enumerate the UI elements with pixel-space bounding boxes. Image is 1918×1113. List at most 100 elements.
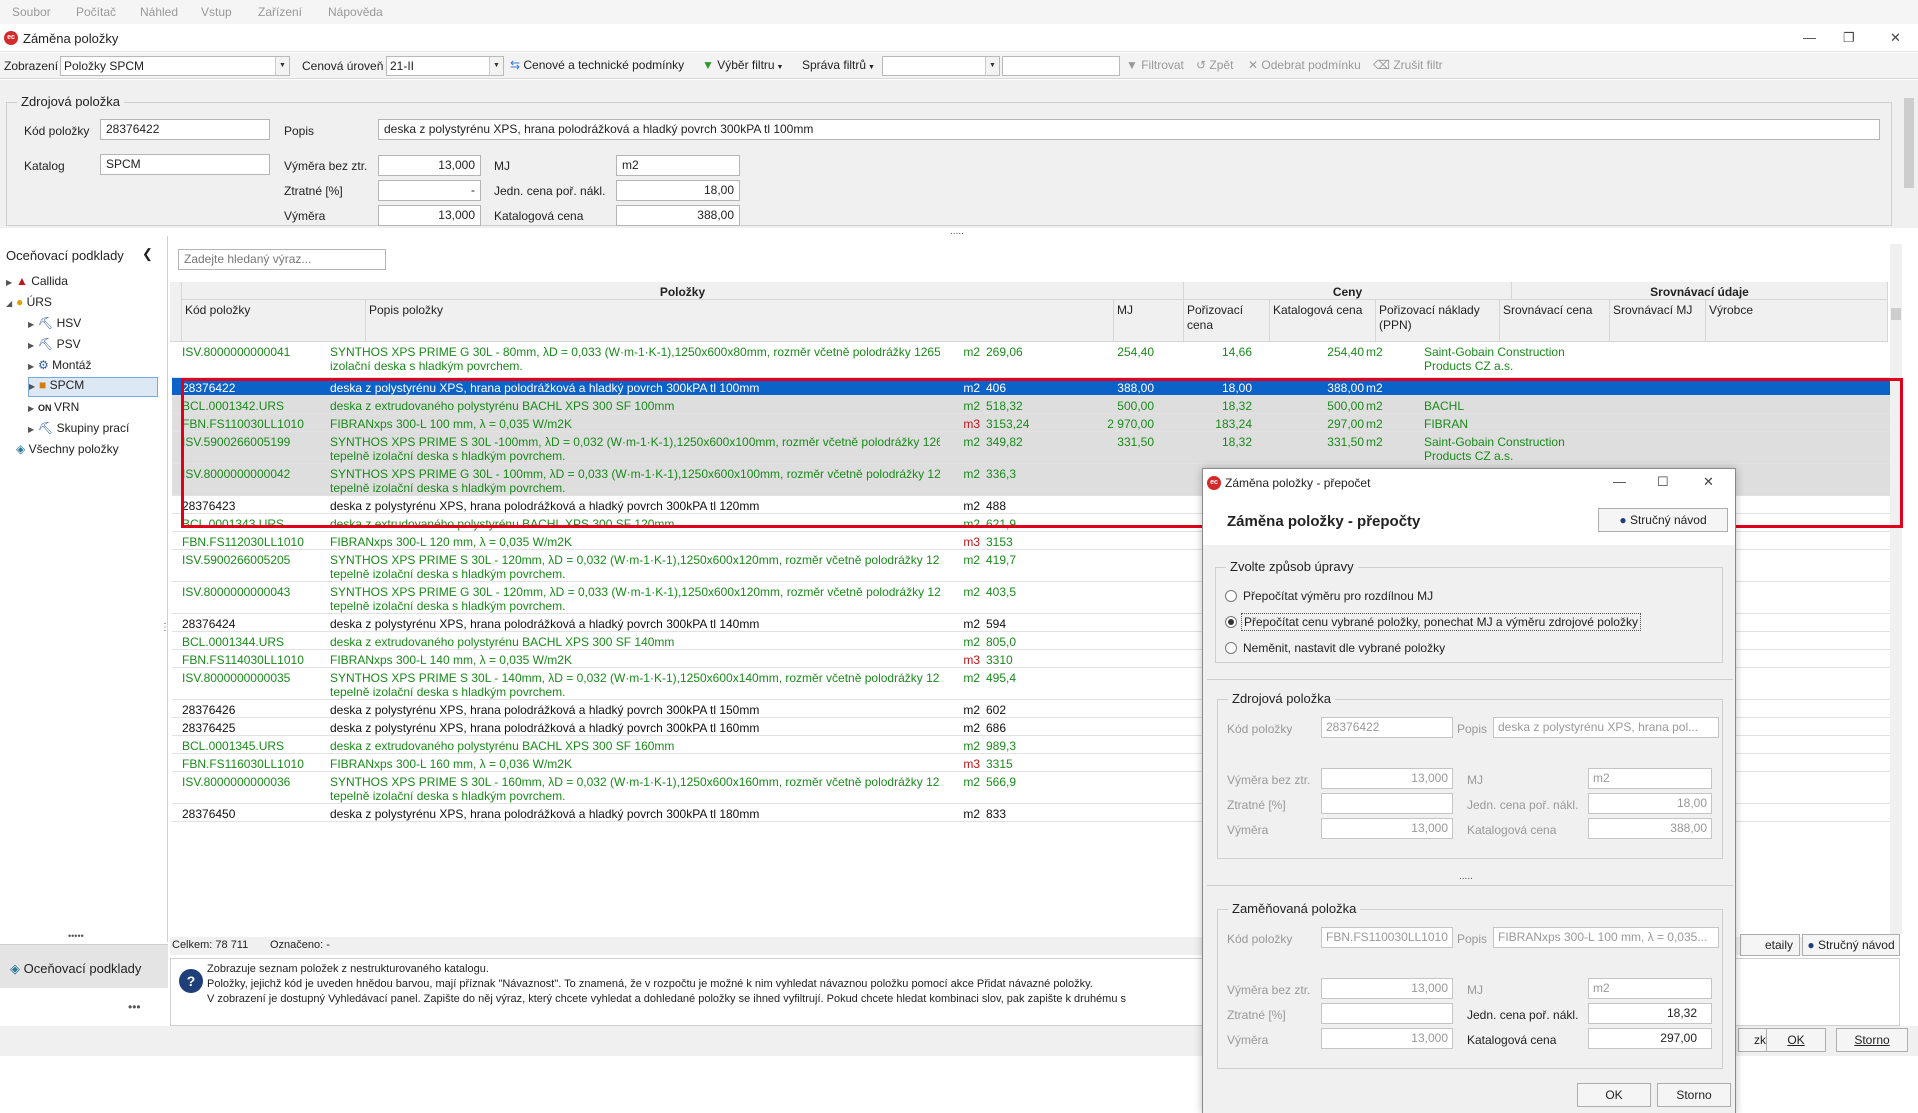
menu-napoveda[interactable]: Nápověda bbox=[328, 5, 383, 19]
cell-popis: FIBRANxps 300-L 160 mm, λ = 0,036 W/m2K bbox=[330, 757, 572, 771]
column-header[interactable]: Katalogová cena bbox=[1270, 300, 1376, 342]
strucny-navod-button[interactable]: ● Stručný návod bbox=[1598, 508, 1728, 532]
zrusit-label: Zrušit filtr bbox=[1393, 58, 1443, 72]
menu-vstup[interactable]: Vstup bbox=[201, 5, 232, 19]
zpet-button[interactable]: ↺ Zpět bbox=[1196, 58, 1233, 72]
option-label[interactable]: Přepočítat výměru pro rozdílnou MJ bbox=[1243, 589, 1433, 603]
cell-por: 594 bbox=[986, 617, 1007, 631]
option-nemenit-radio[interactable] bbox=[1225, 642, 1237, 654]
column-header[interactable]: Popis položky bbox=[366, 300, 1114, 342]
filter-select[interactable]: ▼ bbox=[882, 56, 1000, 76]
sidebar-item-vrn[interactable]: ▶ ON VRN bbox=[28, 400, 79, 414]
column-header[interactable]: Pořizovací náklady (PPN) bbox=[1376, 300, 1500, 342]
sidebar-item-hsv[interactable]: ▶ ⛏ HSV bbox=[28, 316, 81, 330]
table-row[interactable]: 28376422 deska z polystyrénu XPS, hrana p… bbox=[172, 378, 1894, 396]
vymera-field[interactable]: 13,000 bbox=[378, 205, 481, 226]
podminky-button[interactable]: ⇆ Cenové a technické podmínky bbox=[510, 58, 684, 72]
splitter-handle[interactable]: ..... bbox=[1459, 871, 1473, 882]
sidebar-item-spcm[interactable]: ▶ ■ SPCM bbox=[28, 377, 158, 397]
sidebar-bottom-tab[interactable]: ◈ Oceňovací podklady bbox=[0, 944, 168, 988]
vrn-icon: ON bbox=[38, 403, 55, 413]
cell-smj: m2 bbox=[1366, 399, 1383, 413]
detaily-button[interactable]: etaily bbox=[1740, 934, 1800, 956]
column-header[interactable]: Srovnávací cena bbox=[1500, 300, 1610, 342]
kod-polozky-field[interactable]: 28376422 bbox=[100, 119, 270, 140]
sprava-filtru-button[interactable]: Správa filtrů ▼ bbox=[802, 58, 875, 72]
sidebar-item-urs[interactable]: ◢ ● ÚRS bbox=[6, 295, 52, 309]
storno-button[interactable]: Storno bbox=[1836, 1028, 1908, 1052]
cell-popis: deska z polystyrénu XPS, hrana polodrážk… bbox=[330, 703, 760, 717]
mj-field[interactable]: m2 bbox=[616, 155, 740, 176]
menu-soubor[interactable]: Soubor bbox=[12, 5, 51, 19]
cell-popis-line2: tepelně izolační deska s hladkým povrche… bbox=[330, 481, 566, 495]
zrusit-filtr-button[interactable]: ⌫ Zrušit filtr bbox=[1373, 58, 1443, 72]
cell-por: 495,4 bbox=[986, 671, 1017, 685]
minimize-icon[interactable]: — bbox=[1803, 30, 1816, 45]
option-label[interactable]: Neměnit, nastavit dle vybrané položky bbox=[1243, 641, 1445, 655]
strucny-navod-button[interactable]: ● Stručný návod bbox=[1802, 934, 1900, 956]
cell-mj: m2 bbox=[963, 671, 980, 685]
sidebar-item-psv[interactable]: ▶ ⛏ PSV bbox=[28, 337, 81, 351]
maximize-icon[interactable]: ❐ bbox=[1843, 30, 1855, 46]
zamen-katcena-field[interactable]: 297,00 bbox=[1588, 1028, 1712, 1049]
column-header[interactable]: Pořizovací cena bbox=[1184, 300, 1270, 342]
option-label[interactable]: Přepočítat cenu vybrané položky, ponecha… bbox=[1241, 613, 1641, 631]
table-row[interactable]: BCL.0001342.URS deska z extrudovaného pol… bbox=[172, 396, 1894, 414]
drag-handle-icon[interactable]: ⋮ bbox=[160, 622, 170, 633]
zobrazeni-select[interactable]: Položky SPCM ▼ bbox=[60, 56, 290, 76]
vymera-bez-field[interactable]: 13,000 bbox=[378, 155, 481, 176]
sidebar-item-montaz[interactable]: ▶ ⚙ Montáž bbox=[28, 358, 91, 372]
column-header[interactable]: Kód položky bbox=[182, 300, 366, 342]
maximize-icon[interactable]: ☐ bbox=[1657, 474, 1669, 490]
sidebar-item-skupiny-praci[interactable]: ▶ ⛏ Skupiny prací bbox=[28, 421, 129, 435]
table-row[interactable]: ISV.5900266005199 SYNTHOS XPS PRIME S 30L… bbox=[172, 432, 1894, 464]
option-prepocitat-vymeru-radio[interactable] bbox=[1225, 590, 1237, 602]
zdroj-vymera-label: Výměra bbox=[1227, 823, 1269, 837]
option-prepocitat-cenu-radio[interactable] bbox=[1225, 616, 1237, 628]
grid-scrollbar[interactable] bbox=[1890, 244, 1902, 934]
cell-srov: 388,00 bbox=[1327, 381, 1364, 395]
cell-mj: m2 bbox=[963, 435, 980, 449]
zamen-jedn-field[interactable]: 18,32 bbox=[1588, 1003, 1712, 1024]
info-line: V zobrazení je dostupný Vyhledávací pane… bbox=[207, 993, 1127, 1005]
popis-field[interactable]: deska z polystyrénu XPS, hrana polodrážk… bbox=[378, 119, 1880, 140]
cenova-uroven-select[interactable]: 21-II ▼ bbox=[386, 56, 504, 76]
column-header[interactable]: MJ bbox=[1114, 300, 1184, 342]
menu-zarizeni[interactable]: Zařízení bbox=[258, 5, 302, 19]
ok-button[interactable]: OK bbox=[1766, 1028, 1826, 1052]
source-scrollbar[interactable] bbox=[1902, 82, 1916, 228]
dialog-storno-button[interactable]: Storno bbox=[1657, 1083, 1731, 1107]
close-icon[interactable]: ✕ bbox=[1890, 30, 1901, 46]
more-icon[interactable]: ••• bbox=[128, 1000, 141, 1014]
splitter-handle[interactable]: ••••• bbox=[68, 931, 84, 941]
table-row[interactable]: FBN.FS110030LL1010 FIBRANxps 300-L 100 mm… bbox=[172, 414, 1894, 432]
odebrat-podminku-button[interactable]: ✕ Odebrat podmínku bbox=[1248, 58, 1361, 72]
column-header[interactable]: Srovnávací MJ bbox=[1610, 300, 1706, 342]
scrollbar-thumb[interactable] bbox=[1904, 98, 1914, 188]
zdroj-popis-field: deska z polystyrénu XPS, hrana pol... bbox=[1493, 717, 1719, 738]
group-header-polozky: Položky bbox=[182, 282, 1184, 300]
sidebar-item-vsechny-polozky[interactable]: ◈ Všechny položky bbox=[16, 442, 119, 456]
cell-popis: deska z extrudovaného polystyrénu BACHL … bbox=[330, 399, 675, 413]
cell-vyr-line2: Products CZ a.s. bbox=[1424, 449, 1514, 463]
ztratne-field[interactable]: - bbox=[378, 180, 481, 201]
menu-nahled[interactable]: Náhled bbox=[140, 5, 178, 19]
jedn-cena-field[interactable]: 18,00 bbox=[616, 180, 740, 201]
close-icon[interactable]: ✕ bbox=[1703, 474, 1714, 490]
dialog-ok-button[interactable]: OK bbox=[1577, 1083, 1651, 1107]
katalog-field[interactable]: SPCM bbox=[100, 154, 270, 175]
cell-por: 349,82 bbox=[986, 435, 1023, 449]
vyber-filtru-button[interactable]: ▼ Výběr filtru ▼ bbox=[702, 58, 783, 72]
scrollbar-thumb[interactable] bbox=[1891, 308, 1901, 320]
zamen-title: Zaměňovaná položka bbox=[1228, 901, 1361, 916]
sidebar-item-callida[interactable]: ▶ ▲ Callida bbox=[6, 274, 68, 288]
search-input[interactable]: Zadejte hledaný výraz... bbox=[178, 249, 386, 270]
minimize-icon[interactable]: — bbox=[1613, 474, 1626, 489]
table-row[interactable]: ISV.8000000000041 SYNTHOS XPS PRIME G 30L… bbox=[172, 342, 1894, 378]
collapse-icon[interactable]: ❮ bbox=[142, 246, 153, 262]
filter-value-input[interactable] bbox=[1002, 56, 1120, 76]
filtrovat-button[interactable]: ▼ Filtrovat bbox=[1126, 58, 1184, 72]
menu-pocitac[interactable]: Počítač bbox=[76, 5, 116, 19]
katalogova-cena-field[interactable]: 388,00 bbox=[616, 205, 740, 226]
column-header[interactable]: Výrobce bbox=[1706, 300, 1888, 342]
